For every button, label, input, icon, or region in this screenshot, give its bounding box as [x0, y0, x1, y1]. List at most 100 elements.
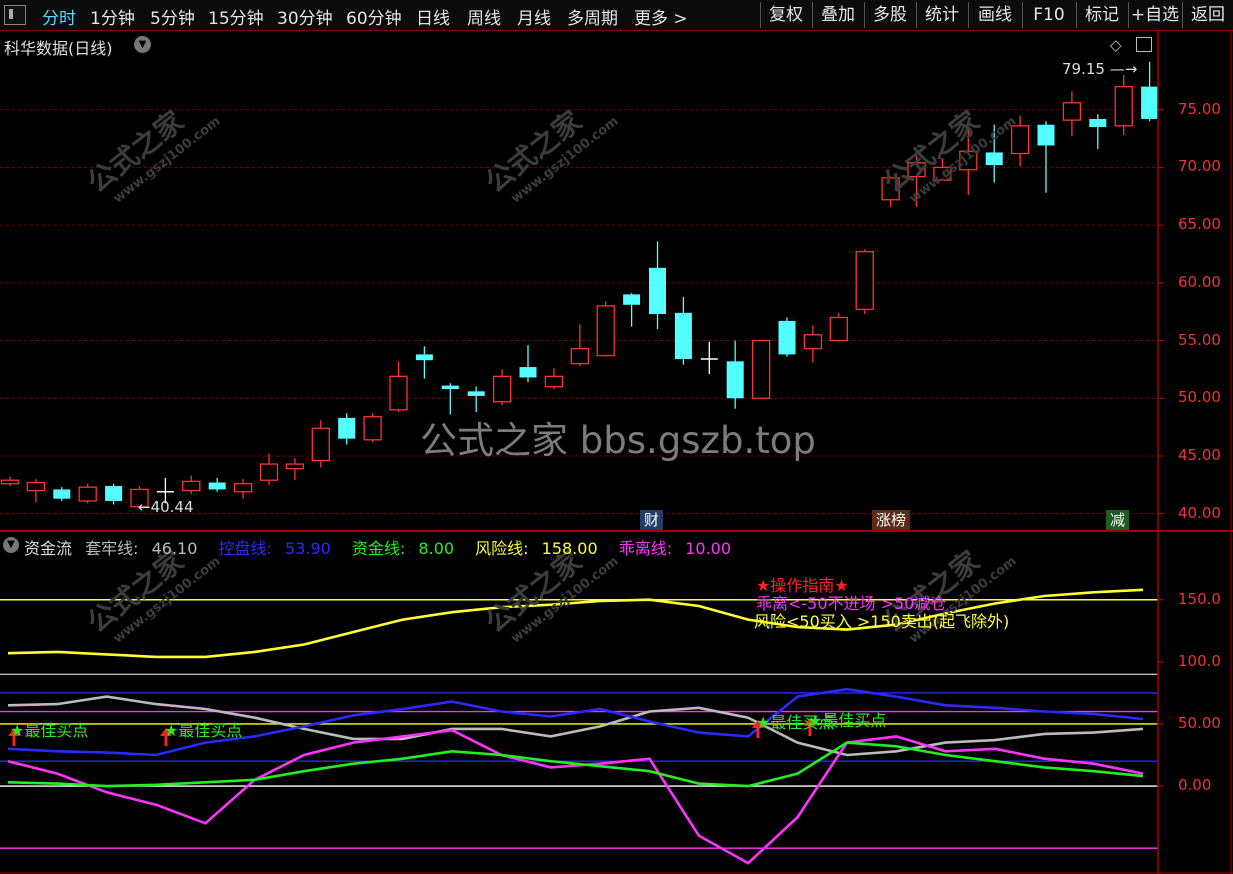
candle-body: [182, 480, 201, 492]
y-tick-label: 100.0: [1178, 651, 1221, 670]
candle: [467, 386, 485, 413]
candle: [285, 458, 305, 481]
candle: [208, 477, 226, 492]
candle: [233, 479, 253, 499]
candle-body: [829, 316, 848, 342]
guide-line-risk: 风险<50买入 >150卖出(起飞除外): [754, 612, 1010, 631]
candle-body: [441, 385, 459, 390]
candle-body: [492, 375, 512, 403]
y-tick-label: 40.00: [1178, 503, 1221, 522]
y-tick-label: 50.00: [1178, 388, 1221, 407]
candle-body: [208, 482, 226, 490]
top-gainers-badge[interactable]: 涨榜: [872, 510, 911, 530]
y-tick-label: 70.00: [1178, 157, 1221, 176]
candle-body: [596, 305, 615, 357]
candle: [0, 476, 20, 486]
candle-body: [1141, 86, 1159, 119]
legend-guaili: 乖离线: 10.00: [618, 539, 732, 558]
candle: [570, 324, 589, 366]
candle: [544, 368, 564, 390]
candle-body: [1062, 102, 1082, 121]
candle-body: [105, 485, 123, 501]
candle-body: [0, 479, 20, 485]
candle-body: [649, 267, 666, 315]
window-toggle-icon[interactable]: [1136, 37, 1152, 52]
candle: [26, 479, 46, 503]
candle-body: [233, 483, 253, 493]
y-tick-label: 55.00: [1178, 330, 1221, 349]
candle: [829, 312, 848, 342]
legend-kongpan: 控盘线: 53.90: [218, 539, 331, 558]
finance-badge[interactable]: 财: [640, 510, 664, 530]
candle: [182, 475, 201, 495]
candle-body: [53, 489, 71, 499]
candle-body: [803, 334, 823, 350]
candle: [700, 341, 718, 375]
indicator-name[interactable]: 资金流: [24, 539, 72, 558]
candle-body: [389, 375, 408, 411]
y-tick-label: 60.00: [1178, 272, 1221, 291]
candle-body: [726, 361, 744, 399]
candle-body: [1114, 85, 1133, 127]
y-tick-label: 50.00: [1178, 713, 1221, 732]
candle: [649, 241, 666, 330]
best-buy-label: ★最佳买点: [808, 711, 887, 730]
candle-body: [415, 354, 433, 361]
legend-taolao: 套牢线: 46.10: [85, 539, 198, 558]
candle: [674, 296, 692, 365]
candle-body: [674, 312, 692, 360]
candle: [338, 413, 356, 445]
candle-body: [78, 486, 97, 502]
candle: [415, 346, 433, 379]
chevron-down-icon[interactable]: ▼: [3, 537, 19, 553]
candle-body: [467, 391, 485, 396]
candle-body: [1089, 118, 1107, 128]
candle: [1141, 61, 1159, 122]
candle-body: [778, 320, 796, 355]
candle-body: [985, 152, 1003, 166]
reduce-holdings-badge[interactable]: 减: [1106, 510, 1130, 530]
candle: [726, 340, 744, 409]
candle: [1089, 114, 1107, 149]
low-price-label: ←40.44: [138, 498, 194, 516]
candle: [53, 487, 71, 501]
best-buy-label: ★最佳买点: [10, 721, 89, 740]
legend-zijin: 资金线: 8.00: [351, 539, 455, 558]
candle: [78, 483, 97, 504]
candle: [778, 317, 796, 357]
candle-body: [544, 375, 564, 388]
candle-body: [285, 463, 305, 470]
y-tick-label: 45.00: [1178, 445, 1221, 464]
candle: [1037, 121, 1055, 193]
candle: [492, 369, 512, 406]
legend-fengxian: 风险线: 158.00: [475, 539, 598, 558]
candle: [623, 293, 641, 327]
candle-body: [623, 294, 641, 305]
y-tick-label: 0.00: [1178, 776, 1212, 795]
candle: [855, 249, 874, 315]
best-buy-label: ★最佳买点: [164, 721, 243, 740]
candle-body: [338, 417, 356, 439]
candle-body: [1037, 124, 1055, 146]
candle: [803, 325, 823, 363]
y-tick-label: 150.0: [1178, 589, 1221, 608]
candle: [311, 420, 330, 468]
candle-body: [311, 427, 330, 462]
candle-body: [751, 339, 771, 399]
diamond-icon[interactable]: ◇: [1110, 36, 1122, 54]
y-tick-label: 75.00: [1178, 99, 1221, 118]
candle-body: [259, 463, 279, 481]
candle-body: [855, 251, 874, 311]
candle: [1062, 91, 1082, 137]
candle-body: [363, 416, 382, 441]
candle: [519, 345, 537, 383]
y-tick-label: 65.00: [1178, 215, 1221, 234]
candle-body: [570, 347, 589, 365]
site-watermark: 公式之家 bbs.gszb.top: [420, 419, 816, 462]
indicator-legend: 资金流 套牢线: 46.10 控盘线: 53.90 资金线: 8.00 风险线:…: [24, 535, 747, 559]
candle-body: [1010, 125, 1030, 155]
high-price-label: 79.15 —→: [1062, 60, 1138, 78]
candle: [751, 339, 771, 399]
candle: [389, 361, 408, 413]
candle: [363, 413, 382, 443]
